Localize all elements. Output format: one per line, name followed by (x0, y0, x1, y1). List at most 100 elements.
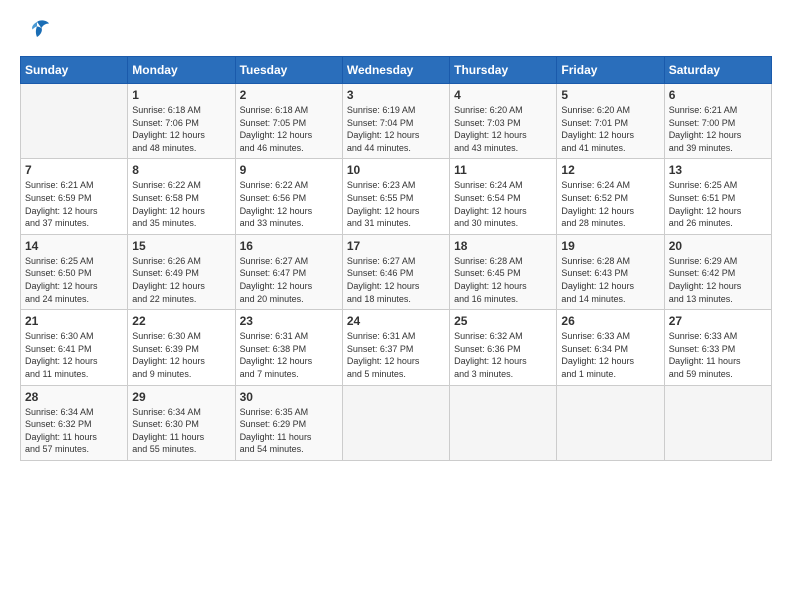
calendar-table: SundayMondayTuesdayWednesdayThursdayFrid… (20, 56, 772, 461)
day-info: Sunrise: 6:19 AM Sunset: 7:04 PM Dayligh… (347, 104, 445, 154)
day-number: 8 (132, 163, 230, 177)
day-info: Sunrise: 6:27 AM Sunset: 6:47 PM Dayligh… (240, 255, 338, 305)
day-number: 3 (347, 88, 445, 102)
calendar-cell: 20 Sunrise: 6:29 AM Sunset: 6:42 PM Dayli… (664, 234, 771, 309)
day-number: 12 (561, 163, 659, 177)
page-header (20, 16, 772, 46)
day-info: Sunrise: 6:21 AM Sunset: 6:59 PM Dayligh… (25, 179, 123, 229)
calendar-cell: 21 Sunrise: 6:30 AM Sunset: 6:41 PM Dayli… (21, 310, 128, 385)
calendar-cell: 11 Sunrise: 6:24 AM Sunset: 6:54 PM Dayli… (450, 159, 557, 234)
calendar-cell: 29 Sunrise: 6:34 AM Sunset: 6:30 PM Dayli… (128, 385, 235, 460)
calendar-cell: 13 Sunrise: 6:25 AM Sunset: 6:51 PM Dayli… (664, 159, 771, 234)
day-number: 22 (132, 314, 230, 328)
day-info: Sunrise: 6:26 AM Sunset: 6:49 PM Dayligh… (132, 255, 230, 305)
weekday-header-saturday: Saturday (664, 57, 771, 84)
day-info: Sunrise: 6:27 AM Sunset: 6:46 PM Dayligh… (347, 255, 445, 305)
calendar-cell: 17 Sunrise: 6:27 AM Sunset: 6:46 PM Dayli… (342, 234, 449, 309)
calendar-week-row: 28 Sunrise: 6:34 AM Sunset: 6:32 PM Dayli… (21, 385, 772, 460)
day-info: Sunrise: 6:25 AM Sunset: 6:51 PM Dayligh… (669, 179, 767, 229)
day-number: 5 (561, 88, 659, 102)
day-number: 28 (25, 390, 123, 404)
calendar-cell: 10 Sunrise: 6:23 AM Sunset: 6:55 PM Dayli… (342, 159, 449, 234)
day-number: 21 (25, 314, 123, 328)
calendar-cell: 1 Sunrise: 6:18 AM Sunset: 7:06 PM Daylig… (128, 84, 235, 159)
calendar-cell (450, 385, 557, 460)
day-number: 13 (669, 163, 767, 177)
calendar-cell: 6 Sunrise: 6:21 AM Sunset: 7:00 PM Daylig… (664, 84, 771, 159)
day-number: 6 (669, 88, 767, 102)
calendar-cell (557, 385, 664, 460)
calendar-cell: 8 Sunrise: 6:22 AM Sunset: 6:58 PM Daylig… (128, 159, 235, 234)
calendar-cell: 9 Sunrise: 6:22 AM Sunset: 6:56 PM Daylig… (235, 159, 342, 234)
day-number: 15 (132, 239, 230, 253)
day-number: 20 (669, 239, 767, 253)
calendar-cell: 24 Sunrise: 6:31 AM Sunset: 6:37 PM Dayli… (342, 310, 449, 385)
calendar-cell: 22 Sunrise: 6:30 AM Sunset: 6:39 PM Dayli… (128, 310, 235, 385)
day-number: 10 (347, 163, 445, 177)
weekday-header-sunday: Sunday (21, 57, 128, 84)
day-info: Sunrise: 6:29 AM Sunset: 6:42 PM Dayligh… (669, 255, 767, 305)
calendar-week-row: 1 Sunrise: 6:18 AM Sunset: 7:06 PM Daylig… (21, 84, 772, 159)
day-number: 17 (347, 239, 445, 253)
day-info: Sunrise: 6:25 AM Sunset: 6:50 PM Dayligh… (25, 255, 123, 305)
day-number: 25 (454, 314, 552, 328)
day-info: Sunrise: 6:34 AM Sunset: 6:30 PM Dayligh… (132, 406, 230, 456)
weekday-header-wednesday: Wednesday (342, 57, 449, 84)
day-number: 1 (132, 88, 230, 102)
day-info: Sunrise: 6:28 AM Sunset: 6:45 PM Dayligh… (454, 255, 552, 305)
day-info: Sunrise: 6:24 AM Sunset: 6:52 PM Dayligh… (561, 179, 659, 229)
day-number: 30 (240, 390, 338, 404)
day-info: Sunrise: 6:34 AM Sunset: 6:32 PM Dayligh… (25, 406, 123, 456)
weekday-header-tuesday: Tuesday (235, 57, 342, 84)
calendar-cell: 3 Sunrise: 6:19 AM Sunset: 7:04 PM Daylig… (342, 84, 449, 159)
calendar-cell: 7Sunrise: 6:21 AM Sunset: 6:59 PM Daylig… (21, 159, 128, 234)
day-info: Sunrise: 6:30 AM Sunset: 6:41 PM Dayligh… (25, 330, 123, 380)
day-info: Sunrise: 6:20 AM Sunset: 7:03 PM Dayligh… (454, 104, 552, 154)
calendar-cell: 25 Sunrise: 6:32 AM Sunset: 6:36 PM Dayli… (450, 310, 557, 385)
calendar-cell: 18 Sunrise: 6:28 AM Sunset: 6:45 PM Dayli… (450, 234, 557, 309)
calendar-cell: 14 Sunrise: 6:25 AM Sunset: 6:50 PM Dayli… (21, 234, 128, 309)
day-number: 26 (561, 314, 659, 328)
calendar-cell: 16 Sunrise: 6:27 AM Sunset: 6:47 PM Dayli… (235, 234, 342, 309)
logo (20, 16, 52, 46)
day-info: Sunrise: 6:21 AM Sunset: 7:00 PM Dayligh… (669, 104, 767, 154)
day-number: 11 (454, 163, 552, 177)
calendar-cell: 15 Sunrise: 6:26 AM Sunset: 6:49 PM Dayli… (128, 234, 235, 309)
day-number: 14 (25, 239, 123, 253)
day-info: Sunrise: 6:35 AM Sunset: 6:29 PM Dayligh… (240, 406, 338, 456)
calendar-cell: 5 Sunrise: 6:20 AM Sunset: 7:01 PM Daylig… (557, 84, 664, 159)
calendar-cell: 23Sunrise: 6:31 AM Sunset: 6:38 PM Dayli… (235, 310, 342, 385)
weekday-header-monday: Monday (128, 57, 235, 84)
day-info: Sunrise: 6:22 AM Sunset: 6:58 PM Dayligh… (132, 179, 230, 229)
day-info: Sunrise: 6:32 AM Sunset: 6:36 PM Dayligh… (454, 330, 552, 380)
day-number: 19 (561, 239, 659, 253)
calendar-week-row: 21 Sunrise: 6:30 AM Sunset: 6:41 PM Dayli… (21, 310, 772, 385)
day-number: 16 (240, 239, 338, 253)
calendar-cell (21, 84, 128, 159)
calendar-cell (342, 385, 449, 460)
day-info: Sunrise: 6:22 AM Sunset: 6:56 PM Dayligh… (240, 179, 338, 229)
day-info: Sunrise: 6:18 AM Sunset: 7:06 PM Dayligh… (132, 104, 230, 154)
calendar-cell: 4 Sunrise: 6:20 AM Sunset: 7:03 PM Daylig… (450, 84, 557, 159)
day-info: Sunrise: 6:30 AM Sunset: 6:39 PM Dayligh… (132, 330, 230, 380)
day-number: 9 (240, 163, 338, 177)
day-info: Sunrise: 6:31 AM Sunset: 6:37 PM Dayligh… (347, 330, 445, 380)
day-info: Sunrise: 6:23 AM Sunset: 6:55 PM Dayligh… (347, 179, 445, 229)
calendar-cell: 12 Sunrise: 6:24 AM Sunset: 6:52 PM Dayli… (557, 159, 664, 234)
weekday-header-thursday: Thursday (450, 57, 557, 84)
day-number: 18 (454, 239, 552, 253)
day-info: Sunrise: 6:20 AM Sunset: 7:01 PM Dayligh… (561, 104, 659, 154)
day-number: 24 (347, 314, 445, 328)
day-number: 29 (132, 390, 230, 404)
calendar-cell: 2Sunrise: 6:18 AM Sunset: 7:05 PM Daylig… (235, 84, 342, 159)
weekday-header-friday: Friday (557, 57, 664, 84)
calendar-week-row: 7Sunrise: 6:21 AM Sunset: 6:59 PM Daylig… (21, 159, 772, 234)
day-number: 4 (454, 88, 552, 102)
calendar-cell: 26Sunrise: 6:33 AM Sunset: 6:34 PM Dayli… (557, 310, 664, 385)
day-info: Sunrise: 6:18 AM Sunset: 7:05 PM Dayligh… (240, 104, 338, 154)
day-info: Sunrise: 6:24 AM Sunset: 6:54 PM Dayligh… (454, 179, 552, 229)
calendar-cell: 28 Sunrise: 6:34 AM Sunset: 6:32 PM Dayli… (21, 385, 128, 460)
weekday-header-row: SundayMondayTuesdayWednesdayThursdayFrid… (21, 57, 772, 84)
day-info: Sunrise: 6:31 AM Sunset: 6:38 PM Dayligh… (240, 330, 338, 380)
logo-bird-icon (22, 16, 52, 46)
